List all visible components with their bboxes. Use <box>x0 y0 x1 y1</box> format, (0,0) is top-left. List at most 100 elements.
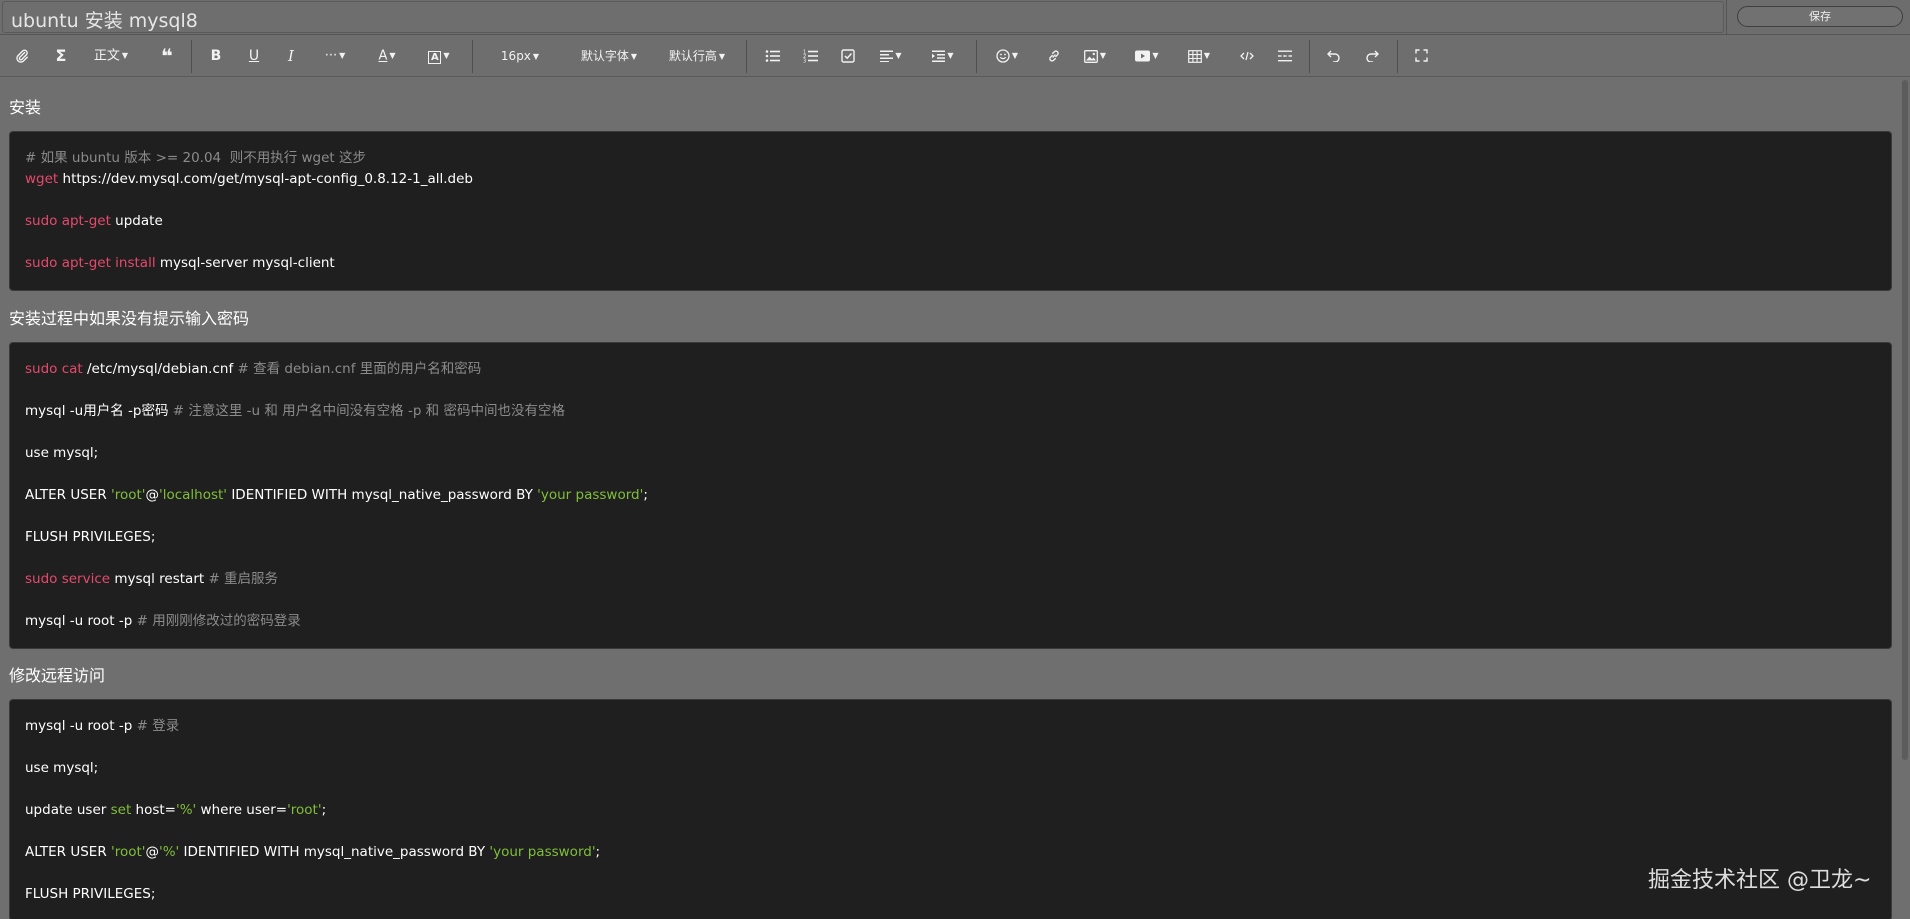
code-line: FLUSH PRIVILEGES; <box>25 884 1876 905</box>
code-token: mysql -u root -p <box>25 718 137 734</box>
code-token: 'root' <box>287 802 322 818</box>
title-bar: ubuntu 安装 mysql8 保存 <box>0 0 1910 35</box>
code-token: https://dev.mysql.com/get/mysql-apt-conf… <box>58 171 473 187</box>
code-token: '%' <box>159 844 180 860</box>
chevron-down-icon: ▼ <box>718 51 726 61</box>
chevron-down-icon: ▼ <box>443 51 450 60</box>
code-token: ALTER USER <box>25 487 111 503</box>
code-line: ALTER USER 'root'@'localhost' IDENTIFIED… <box>25 485 1876 506</box>
fullscreen-icon[interactable] <box>1411 44 1431 68</box>
align-left-icon <box>880 50 894 62</box>
section-heading: 安装 <box>9 98 42 117</box>
code-token: IDENTIFIED WITH mysql_native_password BY <box>179 844 490 860</box>
code-token: @ <box>145 487 160 503</box>
code-token: ; <box>643 487 648 503</box>
code-token: ALTER USER <box>25 844 111 860</box>
code-line: update user set host='%' where user='roo… <box>25 800 1876 821</box>
chevron-down-icon: ▼ <box>532 51 540 61</box>
font-size-dropdown[interactable]: 16px ▼ <box>496 44 544 68</box>
divider-line-icon[interactable] <box>1275 44 1295 68</box>
indent-dropdown[interactable]: ▼ <box>928 44 958 68</box>
background-color-dropdown[interactable]: A ▼ <box>424 44 454 68</box>
code-line: # 如果 ubuntu 版本 >= 20.04 则不用执行 wget 这步 <box>25 148 1876 169</box>
background-color-icon: A <box>428 50 442 64</box>
editor-content[interactable]: 安装 # 如果 ubuntu 版本 >= 20.04 则不用执行 wget 这步… <box>0 78 1910 919</box>
code-block[interactable]: # 如果 ubuntu 版本 >= 20.04 则不用执行 wget 这步 wge… <box>9 131 1892 291</box>
chevron-down-icon: ▼ <box>895 51 902 60</box>
code-token: 'localhost' <box>159 487 228 503</box>
title-input[interactable]: ubuntu 安装 mysql8 <box>2 1 1724 33</box>
chevron-down-icon: ▼ <box>630 51 638 61</box>
code-token: mysql -u用户名 -p密码 <box>25 403 173 419</box>
code-line: sudo apt-get install mysql-server mysql-… <box>25 253 1876 274</box>
line-height-dropdown[interactable]: 默认行高 ▼ <box>664 44 730 68</box>
redo-icon[interactable] <box>1362 44 1382 68</box>
code-line: wget https://dev.mysql.com/get/mysql-apt… <box>25 169 1876 190</box>
code-line: sudo cat /etc/mysql/debian.cnf # 查看 debi… <box>25 359 1876 380</box>
undo-icon[interactable] <box>1324 44 1344 68</box>
table-dropdown[interactable]: ▼ <box>1184 44 1214 68</box>
code-block[interactable]: mysql -u root -p # 登录 use mysql; update us… <box>9 699 1892 919</box>
code-token: # 如果 ubuntu 版本 >= 20.04 则不用执行 wget 这步 <box>25 150 366 166</box>
link-icon[interactable] <box>1044 44 1064 68</box>
attachment-icon[interactable] <box>12 44 32 68</box>
paragraph-format-dropdown[interactable]: 正文 ▼ <box>88 44 134 68</box>
numbered-list-icon[interactable]: 123 <box>800 44 820 68</box>
code-token: sudo cat <box>25 361 83 377</box>
code-token: update user <box>25 802 111 818</box>
formula-icon[interactable]: Σ <box>51 44 71 68</box>
chevron-down-icon: ▼ <box>1203 51 1211 60</box>
code-token: use mysql; <box>25 445 99 461</box>
italic-icon[interactable]: I <box>281 44 301 68</box>
code-token: ; <box>321 802 327 818</box>
code-token: FLUSH PRIVILEGES; <box>25 529 156 545</box>
quote-icon[interactable]: ❝ <box>156 44 178 68</box>
code-token: mysql -u root -p <box>25 613 137 629</box>
font-family-dropdown[interactable]: 默认字体 ▼ <box>576 44 642 68</box>
chevron-down-icon: ▼ <box>1099 51 1107 60</box>
code-line: sudo apt-get update <box>25 211 1876 232</box>
more-style-dropdown[interactable]: ··· ▼ <box>320 44 350 68</box>
chevron-down-icon: ▼ <box>389 51 396 60</box>
toolbar-divider <box>191 40 192 73</box>
chevron-down-icon: ▼ <box>1011 51 1019 60</box>
toolbar-divider <box>1309 40 1310 73</box>
code-line: ALTER USER 'root'@'%' IDENTIFIED WITH my… <box>25 842 1876 863</box>
section-heading: 修改远程访问 <box>9 666 106 685</box>
bold-icon[interactable]: B <box>206 44 226 68</box>
scrollbar[interactable] <box>1902 80 1908 760</box>
checklist-icon[interactable] <box>838 44 858 68</box>
code-token: 'root' <box>111 487 146 503</box>
save-button[interactable]: 保存 <box>1737 6 1903 27</box>
bullet-list-icon[interactable] <box>762 44 782 68</box>
code-token: # 查看 debian.cnf 里面的用户名和密码 <box>237 361 482 377</box>
font-color-dropdown[interactable]: A ▼ <box>372 44 402 68</box>
toolbar-divider <box>1397 40 1398 73</box>
code-token: # 用刚刚修改过的密码登录 <box>136 613 301 629</box>
emoji-dropdown[interactable]: ▼ <box>992 44 1022 68</box>
align-dropdown[interactable]: ▼ <box>876 44 906 68</box>
image-dropdown[interactable]: ▼ <box>1080 44 1110 68</box>
table-icon <box>1188 49 1202 63</box>
code-block[interactable]: sudo cat /etc/mysql/debian.cnf # 查看 debi… <box>9 342 1892 649</box>
code-token: '%' <box>176 802 197 818</box>
code-token: /etc/mysql/debian.cnf <box>82 361 238 377</box>
code-token: mysql-server mysql-client <box>155 255 335 271</box>
code-line: sudo service mysql restart # 重启服务 <box>25 569 1876 590</box>
video-dropdown[interactable]: ▼ <box>1132 44 1162 68</box>
code-icon[interactable] <box>1237 44 1257 68</box>
code-token: IDENTIFIED WITH mysql_native_password BY <box>227 487 538 503</box>
underline-icon[interactable]: U <box>244 44 264 68</box>
code-token: sudo service <box>25 571 111 587</box>
code-token: sudo apt-get <box>25 213 111 229</box>
